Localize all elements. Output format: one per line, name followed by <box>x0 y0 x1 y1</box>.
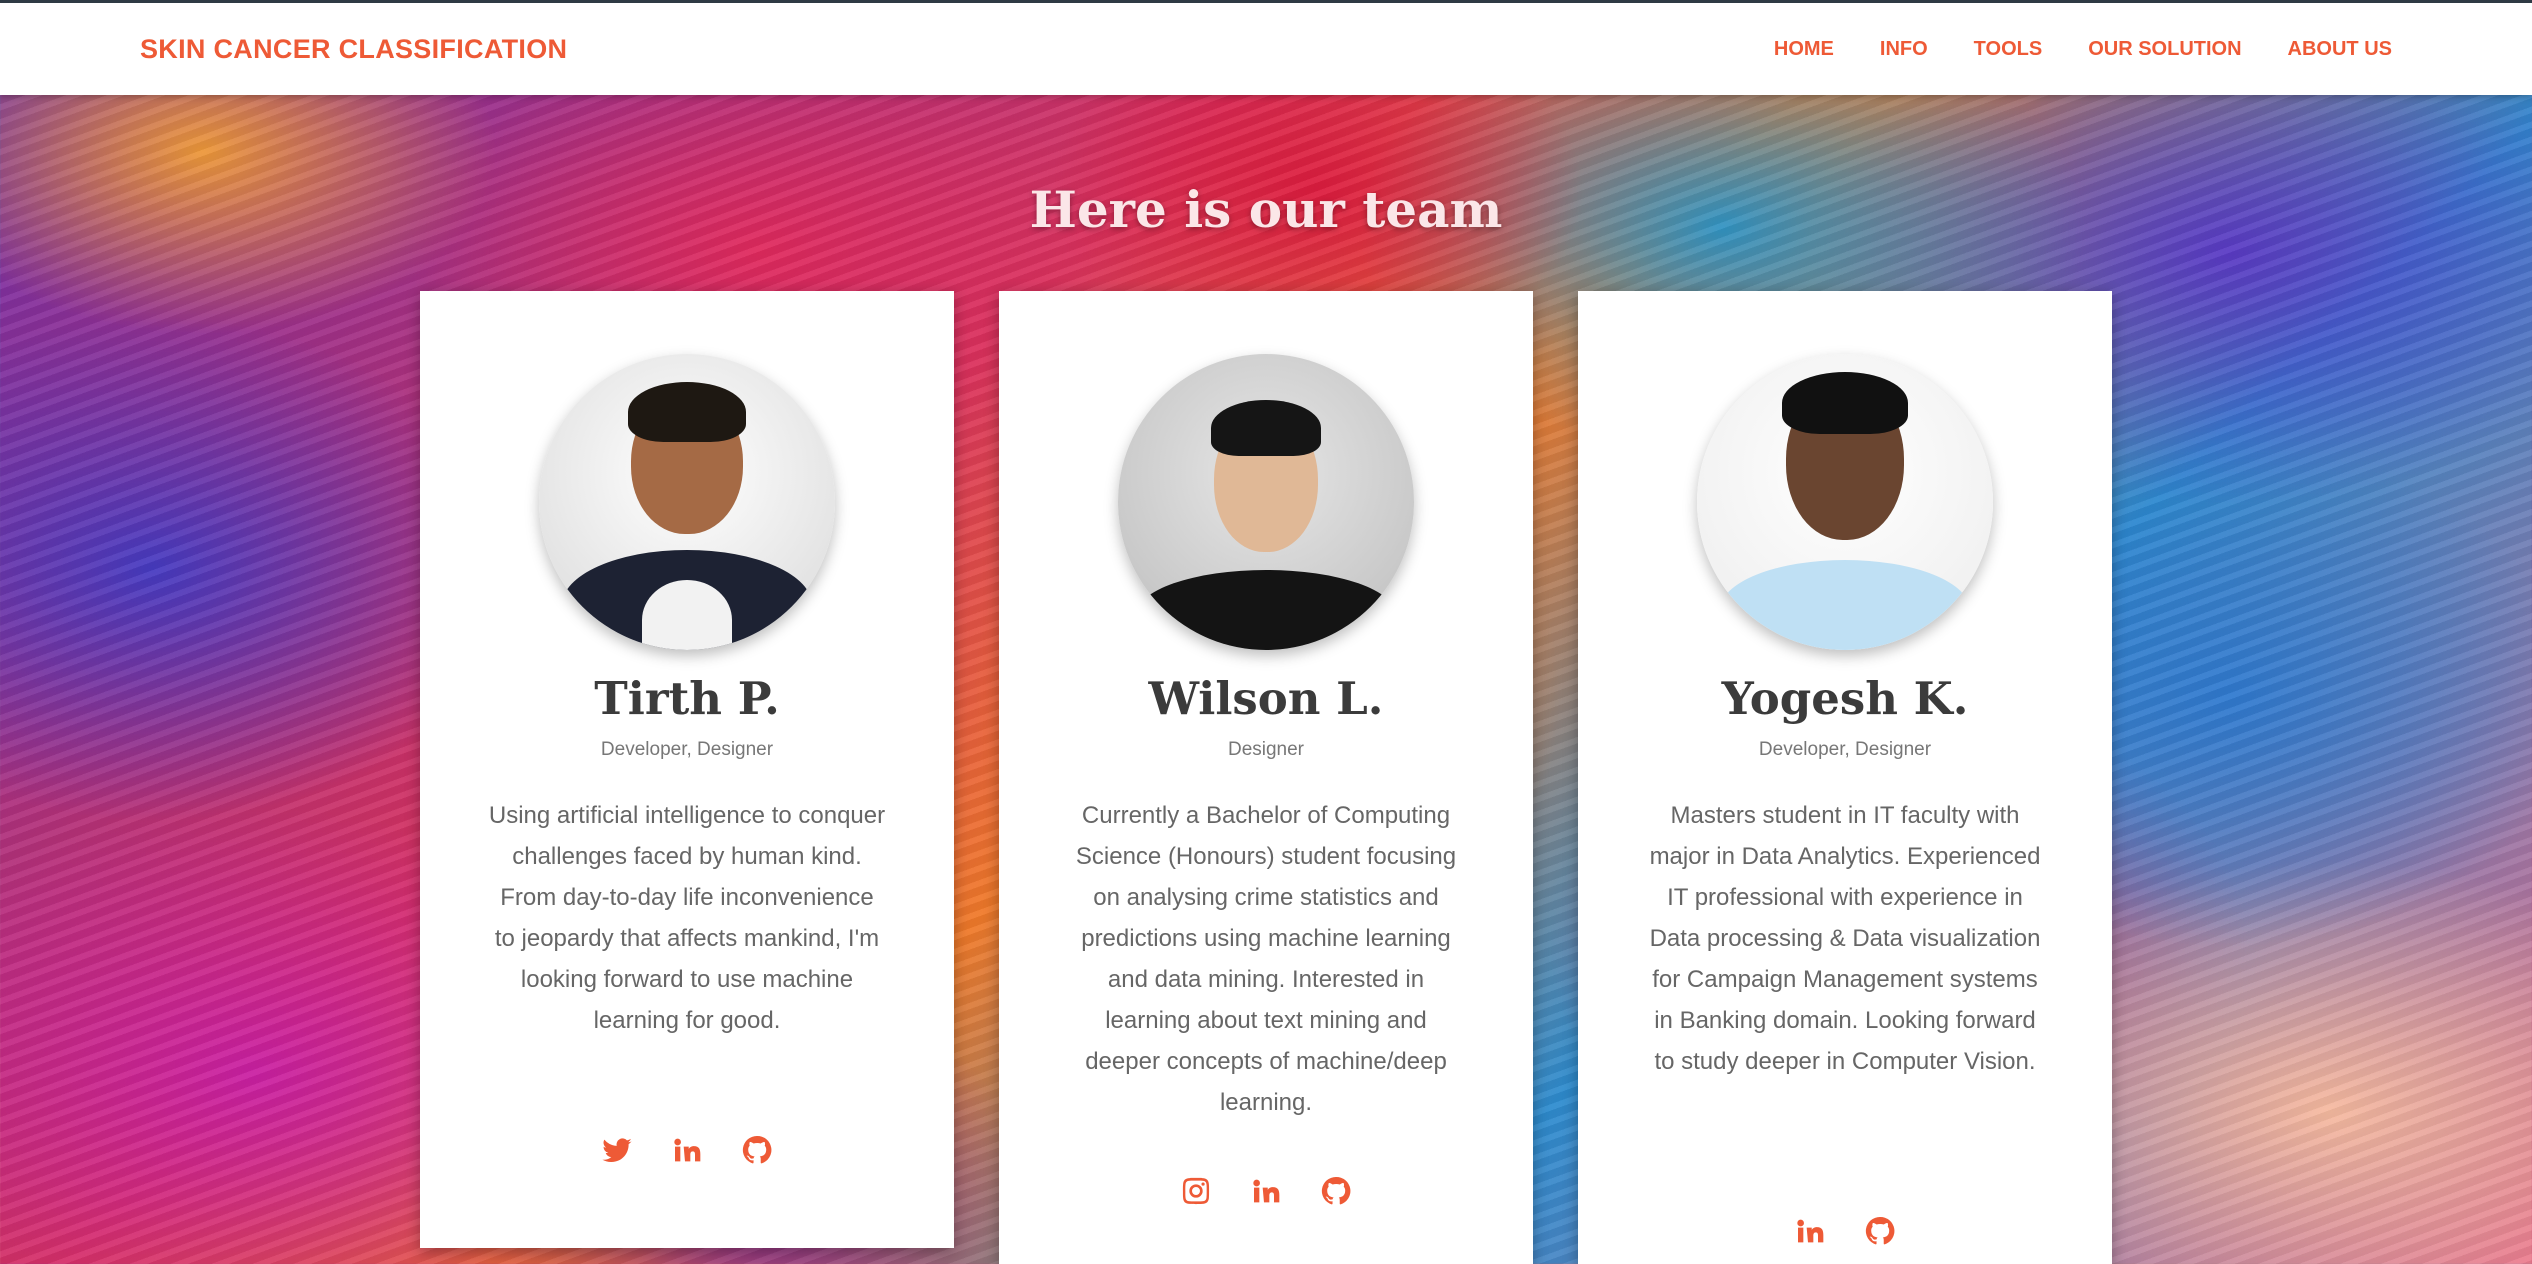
team-card-tirth: Tirth P. Developer, Designer Using artif… <box>420 291 954 1248</box>
team-card-yogesh: Yogesh K. Developer, Designer Masters st… <box>1578 291 2112 1264</box>
avatar <box>1118 354 1414 650</box>
member-role: Designer <box>1227 739 1305 760</box>
nav-link-our-solution[interactable]: OUR SOLUTION <box>2088 38 2241 61</box>
nav-link-info[interactable]: INFO <box>1880 38 1928 61</box>
instagram-icon[interactable] <box>1180 1175 1212 1207</box>
avatar <box>539 354 835 650</box>
nav-link-tools[interactable]: TOOLS <box>1974 38 2043 61</box>
linkedin-icon[interactable] <box>671 1134 703 1166</box>
member-name: Tirth P. <box>594 672 780 725</box>
github-icon[interactable] <box>741 1134 773 1166</box>
member-name: Yogesh K. <box>1721 672 1969 725</box>
social-links <box>1578 1215 2112 1247</box>
avatar <box>1697 354 1993 650</box>
member-name: Wilson L. <box>1148 672 1384 725</box>
linkedin-icon[interactable] <box>1794 1215 1826 1247</box>
social-links <box>420 1134 954 1166</box>
member-role: Developer, Designer <box>600 739 774 760</box>
nav-links: HOME INFO TOOLS OUR SOLUTION ABOUT US <box>1774 38 2392 61</box>
navbar: SKIN CANCER CLASSIFICATION HOME INFO TOO… <box>0 0 2532 95</box>
linkedin-icon[interactable] <box>1250 1175 1282 1207</box>
nav-link-about-us[interactable]: ABOUT US <box>2288 38 2392 61</box>
github-icon[interactable] <box>1864 1215 1896 1247</box>
team-card-wilson: Wilson L. Designer Currently a Bachelor … <box>999 291 1533 1264</box>
member-role: Developer, Designer <box>1758 739 1932 760</box>
member-bio: Masters student in IT faculty with major… <box>1649 802 2041 1075</box>
member-bio: Using artificial intelligence to conquer… <box>488 802 886 1034</box>
section-title: Here is our team <box>1029 180 1503 239</box>
nav-link-home[interactable]: HOME <box>1774 38 1834 61</box>
member-bio: Currently a Bachelor of Computing Scienc… <box>1075 802 1457 1116</box>
social-links <box>999 1175 1533 1207</box>
github-icon[interactable] <box>1320 1175 1352 1207</box>
brand-logo[interactable]: SKIN CANCER CLASSIFICATION <box>140 34 567 65</box>
twitter-icon[interactable] <box>601 1134 633 1166</box>
